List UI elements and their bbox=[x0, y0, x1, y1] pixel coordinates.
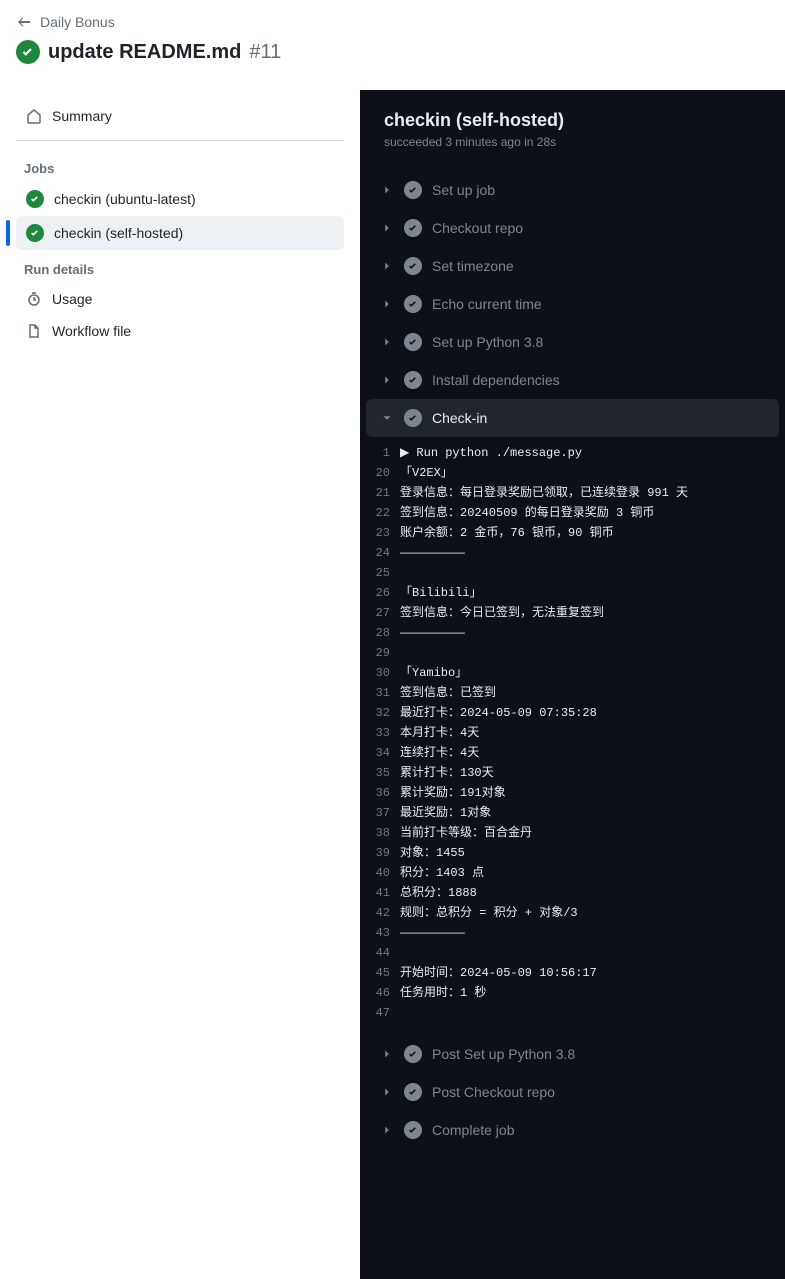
usage-label: Usage bbox=[52, 291, 92, 307]
log-line: 36累计奖励：191对象 bbox=[360, 783, 785, 803]
step-label: Complete job bbox=[432, 1122, 515, 1138]
step-label: Post Checkout repo bbox=[432, 1084, 555, 1100]
check-icon bbox=[404, 295, 422, 313]
workflow-file-nav[interactable]: Workflow file bbox=[16, 315, 344, 347]
workflow-file-label: Workflow file bbox=[52, 323, 131, 339]
chevron-icon bbox=[380, 1047, 394, 1061]
log-output: 1▶ Run python ./message.py20「V2EX」21登录信息… bbox=[360, 437, 785, 1035]
log-line: 29 bbox=[360, 643, 785, 663]
run-details-heading: Run details bbox=[16, 250, 344, 283]
page-title: update README.md bbox=[48, 41, 241, 64]
log-line: 33本月打卡：4天 bbox=[360, 723, 785, 743]
step-row[interactable]: Set timezone bbox=[366, 247, 779, 285]
log-line: 25 bbox=[360, 563, 785, 583]
log-line: 45开始时间：2024-05-09 10:56:17 bbox=[360, 963, 785, 983]
check-icon bbox=[404, 1121, 422, 1139]
log-line: 27签到信息：今日已签到，无法重复签到 bbox=[360, 603, 785, 623]
log-line: 34连续打卡：4天 bbox=[360, 743, 785, 763]
back-arrow-icon[interactable] bbox=[16, 14, 32, 30]
log-line: 43————————— bbox=[360, 923, 785, 943]
step-row[interactable]: Complete job bbox=[366, 1111, 779, 1149]
log-line: 26「Bilibili」 bbox=[360, 583, 785, 603]
job-item-selfhosted[interactable]: checkin (self-hosted) bbox=[16, 216, 344, 250]
home-icon bbox=[26, 108, 42, 124]
step-label: Set timezone bbox=[432, 258, 514, 274]
step-label: Check-in bbox=[432, 410, 487, 426]
chevron-icon bbox=[380, 1123, 394, 1137]
step-label: Set up job bbox=[432, 182, 495, 198]
step-row[interactable]: Echo current time bbox=[366, 285, 779, 323]
job-title: checkin (self-hosted) bbox=[384, 110, 761, 131]
check-icon bbox=[404, 1045, 422, 1063]
check-icon bbox=[404, 409, 422, 427]
log-line: 35累计打卡：130天 bbox=[360, 763, 785, 783]
divider bbox=[16, 140, 344, 141]
log-line: 31签到信息：已签到 bbox=[360, 683, 785, 703]
job-meta: succeeded 3 minutes ago in 28s bbox=[384, 135, 761, 149]
stopwatch-icon bbox=[26, 291, 42, 307]
log-line: 24————————— bbox=[360, 543, 785, 563]
jobs-heading: Jobs bbox=[16, 149, 344, 182]
log-line: 41总积分：1888 bbox=[360, 883, 785, 903]
log-line: 1▶ Run python ./message.py bbox=[360, 443, 785, 463]
log-line: 40积分：1403 点 bbox=[360, 863, 785, 883]
check-icon bbox=[404, 371, 422, 389]
log-line: 21登录信息：每日登录奖励已领取，已连续登录 991 天 bbox=[360, 483, 785, 503]
log-line: 38当前打卡等级：百合金丹 bbox=[360, 823, 785, 843]
log-line: 30「Yamibo」 bbox=[360, 663, 785, 683]
check-icon bbox=[404, 181, 422, 199]
step-label: Install dependencies bbox=[432, 372, 560, 388]
step-label: Checkout repo bbox=[432, 220, 523, 236]
check-icon bbox=[404, 333, 422, 351]
step-row[interactable]: Checkout repo bbox=[366, 209, 779, 247]
check-icon bbox=[404, 1083, 422, 1101]
log-line: 37最近奖励：1对象 bbox=[360, 803, 785, 823]
job-item-ubuntu[interactable]: checkin (ubuntu-latest) bbox=[16, 182, 344, 216]
log-line: 23账户余额：2 金币，76 银币，90 铜币 bbox=[360, 523, 785, 543]
log-line: 22签到信息：20240509 的每日登录奖励 3 铜币 bbox=[360, 503, 785, 523]
check-icon bbox=[404, 219, 422, 237]
log-line: 44 bbox=[360, 943, 785, 963]
chevron-icon bbox=[380, 1085, 394, 1099]
step-label: Echo current time bbox=[432, 296, 542, 312]
usage-nav[interactable]: Usage bbox=[16, 283, 344, 315]
step-row[interactable]: Set up job bbox=[366, 171, 779, 209]
check-icon bbox=[26, 224, 44, 242]
run-number: #11 bbox=[249, 41, 281, 64]
log-line: 20「V2EX」 bbox=[360, 463, 785, 483]
breadcrumb[interactable]: Daily Bonus bbox=[40, 14, 115, 30]
log-line: 46任务用时：1 秒 bbox=[360, 983, 785, 1003]
check-icon bbox=[26, 190, 44, 208]
summary-nav[interactable]: Summary bbox=[16, 100, 344, 132]
step-row[interactable]: Post Set up Python 3.8 bbox=[366, 1035, 779, 1073]
step-row[interactable]: Check-in bbox=[366, 399, 779, 437]
check-icon bbox=[404, 257, 422, 275]
job-label: checkin (ubuntu-latest) bbox=[54, 191, 196, 207]
chevron-icon bbox=[380, 221, 394, 235]
log-line: 32最近打卡：2024-05-09 07:35:28 bbox=[360, 703, 785, 723]
log-line: 39对象：1455 bbox=[360, 843, 785, 863]
chevron-icon bbox=[380, 335, 394, 349]
log-line: 28————————— bbox=[360, 623, 785, 643]
step-label: Set up Python 3.8 bbox=[432, 334, 543, 350]
chevron-icon bbox=[380, 297, 394, 311]
step-row[interactable]: Set up Python 3.8 bbox=[366, 323, 779, 361]
chevron-icon bbox=[380, 373, 394, 387]
log-line: 47 bbox=[360, 1003, 785, 1023]
step-row[interactable]: Install dependencies bbox=[366, 361, 779, 399]
job-label: checkin (self-hosted) bbox=[54, 225, 183, 241]
chevron-icon bbox=[380, 259, 394, 273]
file-icon bbox=[26, 323, 42, 339]
step-row[interactable]: Post Checkout repo bbox=[366, 1073, 779, 1111]
step-label: Post Set up Python 3.8 bbox=[432, 1046, 575, 1062]
chevron-icon bbox=[380, 183, 394, 197]
log-line: 42规则：总积分 = 积分 + 对象/3 bbox=[360, 903, 785, 923]
status-success-icon bbox=[16, 40, 40, 64]
chevron-icon bbox=[380, 411, 394, 425]
summary-label: Summary bbox=[52, 108, 112, 124]
